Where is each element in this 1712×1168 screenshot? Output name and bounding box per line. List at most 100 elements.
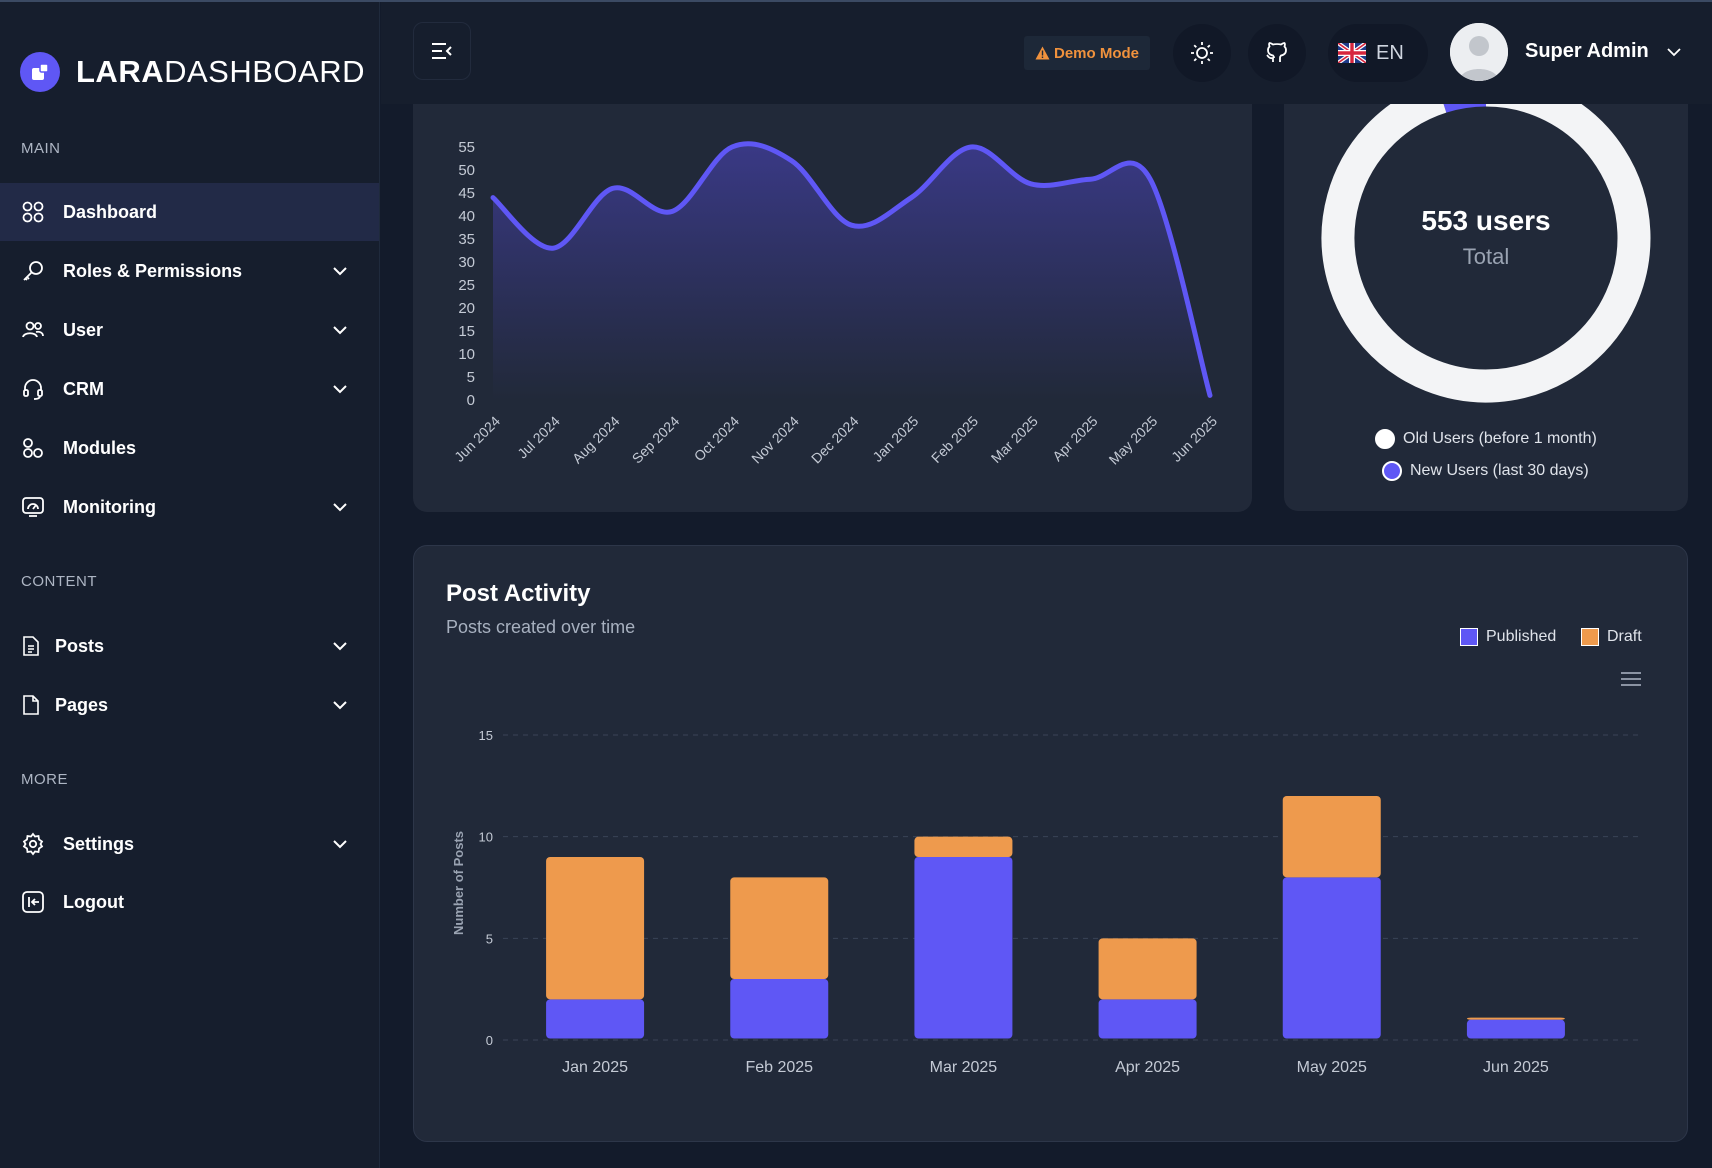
x-tick-label: Jun 2025 <box>1483 1059 1549 1076</box>
bar-published[interactable] <box>1098 999 1197 1039</box>
y-tick-label: 30 <box>458 254 475 271</box>
x-tick-label: Apr 2025 <box>1115 1059 1180 1076</box>
y-tick-label: 10 <box>479 830 493 845</box>
sidebar-item-posts[interactable]: Posts <box>0 617 379 675</box>
users-icon <box>22 321 44 338</box>
sidebar-item-label: Logout <box>63 891 124 912</box>
language-selector[interactable]: EN <box>1328 24 1428 82</box>
sidebar-item-logout[interactable]: Logout <box>0 873 379 931</box>
legend-label: Published <box>1486 628 1557 645</box>
bar-draft[interactable] <box>1282 796 1381 878</box>
legend-label: Draft <box>1607 628 1642 645</box>
y-tick-label: 15 <box>479 728 493 743</box>
logout-icon <box>22 891 44 913</box>
y-tick-label: 50 <box>458 162 475 179</box>
x-tick-label: Mar 2025 <box>988 413 1041 466</box>
y-tick-label: 55 <box>458 139 475 156</box>
y-tick-label: 0 <box>486 1033 493 1048</box>
y-tick-label: 35 <box>458 231 475 248</box>
bar-published[interactable] <box>914 857 1013 1039</box>
section-label-content: CONTENT <box>21 573 97 590</box>
bar-draft[interactable] <box>914 836 1013 857</box>
brand-logo-icon <box>20 52 60 92</box>
bar-published[interactable] <box>546 999 645 1039</box>
y-tick-label: 40 <box>458 208 475 225</box>
x-tick-label: Dec 2024 <box>808 413 862 467</box>
sidebar-item-monitoring[interactable]: Monitoring <box>0 478 379 536</box>
github-icon <box>1266 42 1287 62</box>
x-tick-label: May 2025 <box>1297 1059 1367 1076</box>
sidebar: LARADASHBOARD MAIN Dashboard Roles & Per… <box>0 2 380 1168</box>
sidebar-item-label: Monitoring <box>63 496 156 517</box>
y-tick-label: 5 <box>486 931 493 946</box>
avatar[interactable] <box>1450 23 1508 81</box>
warning-icon <box>1035 46 1050 60</box>
donut-total-label: Total <box>1462 244 1510 269</box>
post-activity-bar-chart: 0 5 10 15 Jan 2025 Feb 2025 Mar 2025 Apr 2025 M… <box>451 728 1638 1076</box>
chevron-down-icon <box>333 503 347 512</box>
sidebar-item-user[interactable]: User <box>0 301 379 359</box>
y-tick-label: 10 <box>458 346 475 363</box>
x-tick-label: Aug 2024 <box>569 413 623 467</box>
chevron-down-icon <box>333 840 347 849</box>
headset-icon <box>23 379 43 400</box>
sidebar-item-label: User <box>63 319 104 340</box>
donut-legend-old-users[interactable]: Old Users (before 1 month) <box>1375 429 1597 449</box>
uk-flag-icon <box>1338 43 1366 63</box>
sidebar-item-crm[interactable]: CRM <box>0 360 379 418</box>
github-button[interactable] <box>1248 24 1306 82</box>
sidebar-item-label: Pages <box>55 694 109 715</box>
section-label-main: MAIN <box>21 140 61 157</box>
sidebar-item-pages[interactable]: Pages <box>0 676 379 734</box>
bar-published[interactable] <box>730 979 829 1039</box>
bar-draft[interactable] <box>1466 1017 1565 1020</box>
demo-mode-label: Demo Mode <box>1054 44 1140 62</box>
chevron-down-icon <box>333 701 347 710</box>
x-tick-label: May 2025 <box>1106 413 1161 468</box>
chart-menu-icon[interactable] <box>1620 670 1642 688</box>
sidebar-toggle-button[interactable] <box>413 22 471 80</box>
bar-published[interactable] <box>1466 1019 1565 1039</box>
bar-draft[interactable] <box>1098 938 1197 1000</box>
users-area-chart: 0510152025303540455055 Jun 2024 Jul 2024 A… <box>451 139 1220 468</box>
sidebar-item-label: Dashboard <box>63 201 158 222</box>
x-tick-label: Jul 2024 <box>514 413 563 462</box>
sidebar-item-roles-permissions[interactable]: Roles & Permissions <box>0 242 379 300</box>
sidebar-item-dashboard[interactable]: Dashboard <box>0 183 379 241</box>
x-tick-label: Mar 2025 <box>930 1059 998 1076</box>
y-tick-label: 15 <box>458 323 475 340</box>
sidebar-item-modules[interactable]: Modules <box>0 419 379 477</box>
section-label-more: MORE <box>21 771 68 788</box>
legend-draft[interactable]: Draft <box>1581 628 1642 646</box>
modules-icon <box>23 438 43 458</box>
bar-draft[interactable] <box>546 857 645 1000</box>
chevron-down-icon <box>333 642 347 651</box>
key-icon <box>23 261 43 281</box>
legend-label: Old Users (before 1 month) <box>1403 430 1597 447</box>
brand[interactable]: LARADASHBOARD <box>20 50 365 94</box>
chevron-down-icon <box>333 267 347 276</box>
page-icon <box>23 695 39 715</box>
theme-toggle-button[interactable] <box>1173 24 1231 82</box>
x-tick-label: Sep 2024 <box>629 413 683 467</box>
legend-marker <box>1382 461 1402 481</box>
legend-marker <box>1581 628 1599 646</box>
document-icon <box>23 636 39 656</box>
user-avatar-icon <box>1450 23 1508 81</box>
x-tick-label: Jan 2025 <box>562 1059 628 1076</box>
chevron-down-icon[interactable] <box>1665 43 1683 61</box>
y-tick-label: 45 <box>458 185 475 202</box>
y-axis-label: Number of Posts <box>451 831 466 935</box>
sidebar-item-settings[interactable]: Settings <box>0 815 379 873</box>
x-tick-label: Jun 2024 <box>451 413 503 465</box>
legend-label: New Users (last 30 days) <box>1410 462 1589 479</box>
legend-published[interactable]: Published <box>1460 628 1556 646</box>
user-name[interactable]: Super Admin <box>1525 40 1649 63</box>
x-tick-label: Feb 2025 <box>928 413 981 466</box>
x-tick-label: Nov 2024 <box>748 413 802 467</box>
donut-legend-new-users[interactable]: New Users (last 30 days) <box>1382 461 1589 481</box>
sidebar-item-label: CRM <box>63 378 104 399</box>
bar-draft[interactable] <box>730 877 829 979</box>
post-activity-subtitle: Posts created over time <box>446 617 636 637</box>
bar-published[interactable] <box>1282 877 1381 1039</box>
